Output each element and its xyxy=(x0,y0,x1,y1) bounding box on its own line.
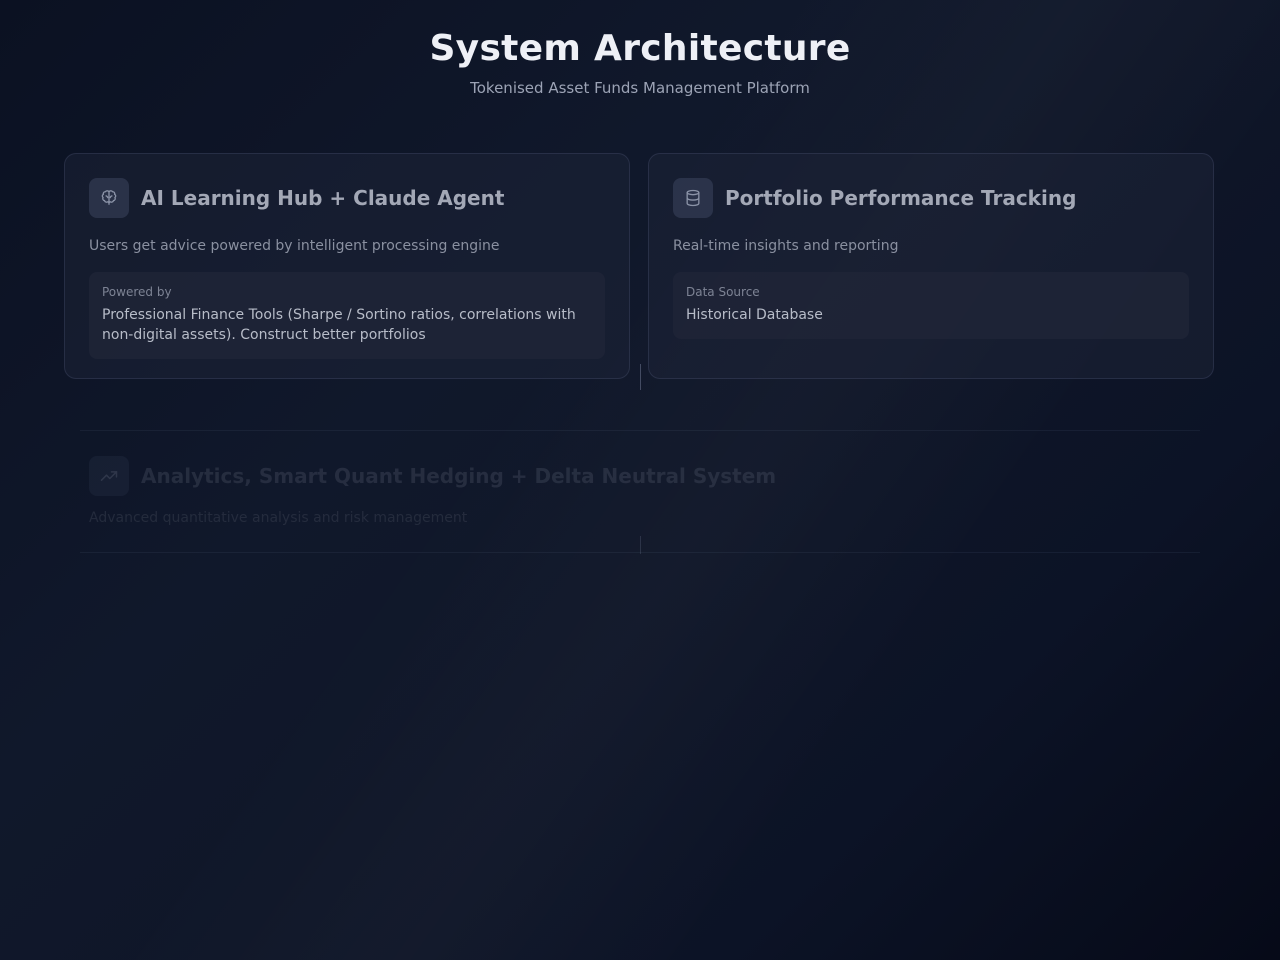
card-header: AI Learning Hub + Claude Agent xyxy=(89,178,605,218)
section-divider xyxy=(80,552,1200,553)
powered-by-label: Powered by xyxy=(102,285,172,299)
page-title: System Architecture xyxy=(429,28,851,69)
page-subtitle: Tokenised Asset Funds Management Platfor… xyxy=(470,79,810,97)
card-description: Real-time insights and reporting xyxy=(673,238,899,254)
portfolio-tracking-card[interactable]: Portfolio Performance Tracking Real-time… xyxy=(648,153,1214,379)
ai-learning-hub-card[interactable]: AI Learning Hub + Claude Agent Users get… xyxy=(64,153,630,379)
connector-line xyxy=(640,364,641,390)
card-title: AI Learning Hub + Claude Agent xyxy=(141,186,505,210)
analytics-header: Analytics, Smart Quant Hedging + Delta N… xyxy=(89,456,1189,496)
trending-up-icon xyxy=(89,456,129,496)
database-icon xyxy=(673,178,713,218)
card-description: Users get advice powered by intelligent … xyxy=(89,238,500,254)
powered-by-box: Powered by Professional Finance Tools (S… xyxy=(89,272,605,359)
section-divider xyxy=(80,430,1200,431)
powered-by-value: Professional Finance Tools (Sharpe / Sor… xyxy=(102,307,576,343)
data-source-value: Historical Database xyxy=(686,307,823,323)
analytics-description: Advanced quantitative analysis and risk … xyxy=(89,510,468,526)
page-header: System Architecture Tokenised Asset Fund… xyxy=(0,28,1280,97)
analytics-section[interactable]: Analytics, Smart Quant Hedging + Delta N… xyxy=(89,456,1189,526)
card-title: Portfolio Performance Tracking xyxy=(725,186,1077,210)
brain-icon xyxy=(89,178,129,218)
card-header: Portfolio Performance Tracking xyxy=(673,178,1189,218)
data-source-label: Data Source xyxy=(686,285,760,299)
data-source-box: Data Source Historical Database xyxy=(673,272,1189,339)
analytics-title: Analytics, Smart Quant Hedging + Delta N… xyxy=(141,464,777,488)
